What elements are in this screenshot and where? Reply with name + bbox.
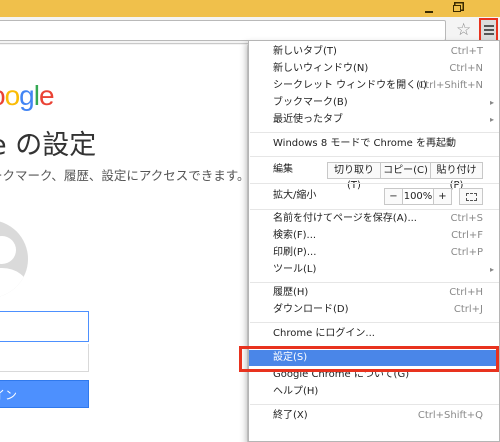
menu-item-bookmarks[interactable]: ブックマーク(B) ▸ [249,95,499,111]
menu-item-print[interactable]: 印刷(P)... Ctrl+P [249,245,499,261]
menu-item-downloads[interactable]: ダウンロード(D) Ctrl+J [249,302,499,318]
menu-item-exit[interactable]: 終了(X) Ctrl+Shift+Q [249,408,499,424]
menu-item-win8-mode[interactable]: Windows 8 モードで Chrome を再起動 [249,136,499,152]
submenu-arrow-icon: ▸ [489,98,494,107]
zoom-out-button[interactable]: − [384,188,403,205]
copy-button[interactable]: コピー(C) [380,162,431,179]
submenu-arrow-icon: ▸ [489,115,494,124]
cut-button[interactable]: 切り取り(T) [327,162,381,191]
menu-item-save-page[interactable]: 名前を付けてページを保存(A)... Ctrl+S [249,211,499,227]
zoom-label: 拡大/縮小 [273,190,317,201]
avatar [0,220,28,298]
menu-divider [250,322,499,323]
minimize-icon [424,10,433,13]
menu-divider [250,183,499,184]
zoom-in-button[interactable]: + [433,188,452,205]
menu-item-signin[interactable]: Chrome にログイン... [249,326,499,342]
menu-item-tools[interactable]: ツール(L) ▸ [249,262,499,278]
bookmark-star-icon[interactable]: ☆ [456,19,471,41]
menu-divider [250,156,499,157]
title-bar [0,0,500,17]
page-subtitle: ークマーク、履歴、設定にアクセスできます。詳細 [0,165,275,184]
submenu-arrow-icon: ▸ [489,265,494,274]
address-bar[interactable] [0,20,446,41]
edit-label: 編集 [273,164,293,175]
maximize-button[interactable] [443,0,470,17]
menu-divider [250,346,499,347]
menu-item-recent-tabs[interactable]: 最近使ったタブ ▸ [249,112,499,128]
restore-icon [452,5,461,12]
menu-divider [250,132,499,133]
page-title: e の設定 [0,130,97,161]
browser-window: ☆ oogle e の設定 ークマーク、履歴、設定にアクセスできます。詳細 イン… [0,0,500,442]
password-field[interactable] [0,344,89,372]
fullscreen-button[interactable] [459,188,483,205]
zoom-level: 100% [403,188,433,205]
menu-item-new-tab[interactable]: 新しいタブ(T) Ctrl+T [249,44,499,60]
google-logo: oogle [0,80,55,111]
menu-item-find[interactable]: 検索(F)... Ctrl+F [249,228,499,244]
menu-divider [250,209,499,210]
menu-item-about[interactable]: Google Chrome について(G) [249,367,499,383]
menu-divider [250,282,499,283]
chrome-menu-button[interactable] [479,18,498,42]
signin-card: oogle e の設定 ークマーク、履歴、設定にアクセスできます。詳細 イン [0,45,275,442]
menu-item-help[interactable]: ヘルプ(H) [249,384,499,400]
email-field[interactable] [0,311,89,342]
menu-item-incognito[interactable]: シークレット ウィンドウを開く(I) Ctrl+Shift+N [249,78,499,94]
menu-item-settings[interactable]: 設定(S) [249,350,499,366]
hamburger-icon [483,25,494,27]
menu-divider [250,404,499,405]
minimize-button[interactable] [415,0,442,17]
login-button[interactable]: イン [0,380,89,408]
menu-item-history[interactable]: 履歴(H) Ctrl+H [249,285,499,301]
chrome-menu: 新しいタブ(T) Ctrl+T 新しいウィンドウ(N) Ctrl+N シークレット … [248,40,500,442]
menu-item-new-window[interactable]: 新しいウィンドウ(N) Ctrl+N [249,61,499,77]
fullscreen-icon [465,192,477,201]
paste-button[interactable]: 貼り付け(P) [430,162,483,191]
